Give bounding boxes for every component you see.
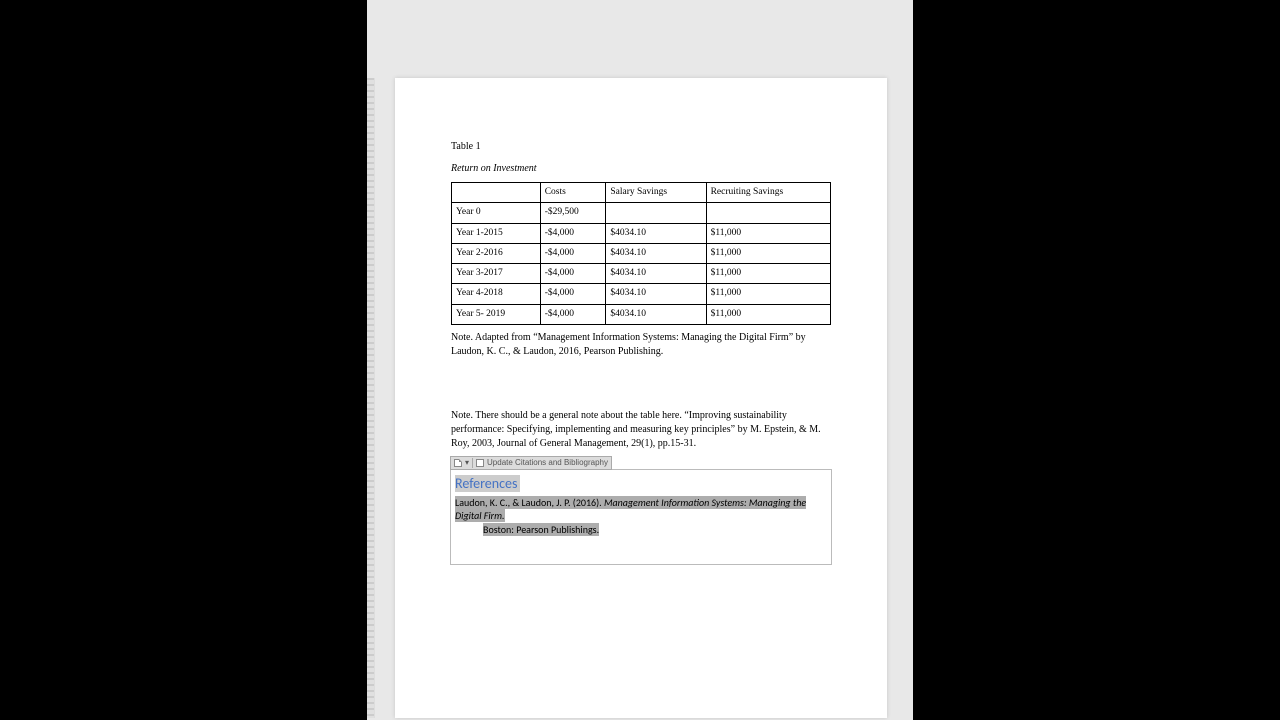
update-bibliography-button[interactable]: Update Citations and Bibliography bbox=[487, 457, 608, 468]
cell: $11,000 bbox=[706, 223, 830, 243]
table-row: Year 3-2017 -$4,000 $4034.10 $11,000 bbox=[452, 264, 831, 284]
cell: Year 0 bbox=[452, 203, 541, 223]
dropdown-icon[interactable]: ▾ bbox=[465, 457, 469, 468]
cell: -$4,000 bbox=[540, 243, 606, 263]
cell: -$4,000 bbox=[540, 284, 606, 304]
cell: Year 1-2015 bbox=[452, 223, 541, 243]
ref-publisher: Boston: Pearson Publishings. bbox=[483, 523, 599, 536]
table-header-row: Costs Salary Savings Recruiting Savings bbox=[452, 183, 831, 203]
bibliography-field[interactable]: ▾ Update Citations and Bibliography Refe… bbox=[450, 469, 832, 565]
col-header bbox=[452, 183, 541, 203]
roi-table: Costs Salary Savings Recruiting Savings … bbox=[451, 182, 831, 325]
cell: $11,000 bbox=[706, 243, 830, 263]
editor-canvas: Table 1 Return on Investment Costs Salar… bbox=[367, 0, 913, 720]
vertical-ruler bbox=[367, 78, 375, 718]
col-header: Salary Savings bbox=[606, 183, 706, 203]
cell bbox=[706, 203, 830, 223]
table-number: Table 1 bbox=[451, 140, 831, 154]
cell: $4034.10 bbox=[606, 304, 706, 324]
cell bbox=[606, 203, 706, 223]
doc-icon bbox=[454, 459, 462, 467]
cell: Year 4-2018 bbox=[452, 284, 541, 304]
cell: $11,000 bbox=[706, 264, 830, 284]
refresh-icon bbox=[476, 459, 484, 467]
document-page[interactable]: Table 1 Return on Investment Costs Salar… bbox=[395, 78, 887, 718]
reference-entry: Laudon, K. C., & Laudon, J. P. (2016). M… bbox=[455, 496, 827, 537]
table-row: Year 5- 2019 -$4,000 $4034.10 $11,000 bbox=[452, 304, 831, 324]
cell: -$4,000 bbox=[540, 304, 606, 324]
table-row: Year 2-2016 -$4,000 $4034.10 $11,000 bbox=[452, 243, 831, 263]
cell: $4034.10 bbox=[606, 223, 706, 243]
col-header: Recruiting Savings bbox=[706, 183, 830, 203]
cell: Year 2-2016 bbox=[452, 243, 541, 263]
table-row: Year 0 -$29,500 bbox=[452, 203, 831, 223]
col-header: Costs bbox=[540, 183, 606, 203]
general-note: Note. There should be a general note abo… bbox=[451, 409, 831, 451]
cell: $4034.10 bbox=[606, 264, 706, 284]
cell: $4034.10 bbox=[606, 284, 706, 304]
references-heading: References bbox=[455, 475, 520, 492]
bibliography-body: References Laudon, K. C., & Laudon, J. P… bbox=[451, 470, 831, 564]
cell: $11,000 bbox=[706, 284, 830, 304]
table-row: Year 4-2018 -$4,000 $4034.10 $11,000 bbox=[452, 284, 831, 304]
cell: $11,000 bbox=[706, 304, 830, 324]
ref-authors-year: Laudon, K. C., & Laudon, J. P. (2016). bbox=[455, 496, 604, 509]
cell: -$4,000 bbox=[540, 264, 606, 284]
bibliography-toolbar[interactable]: ▾ Update Citations and Bibliography bbox=[450, 456, 612, 470]
cell: -$29,500 bbox=[540, 203, 606, 223]
cell: Year 5- 2019 bbox=[452, 304, 541, 324]
separator bbox=[472, 458, 473, 468]
cell: $4034.10 bbox=[606, 243, 706, 263]
cell: Year 3-2017 bbox=[452, 264, 541, 284]
cell: -$4,000 bbox=[540, 223, 606, 243]
table-title: Return on Investment bbox=[451, 162, 831, 176]
table-row: Year 1-2015 -$4,000 $4034.10 $11,000 bbox=[452, 223, 831, 243]
table-source-note: Note. Adapted from “Management Informati… bbox=[451, 331, 831, 359]
